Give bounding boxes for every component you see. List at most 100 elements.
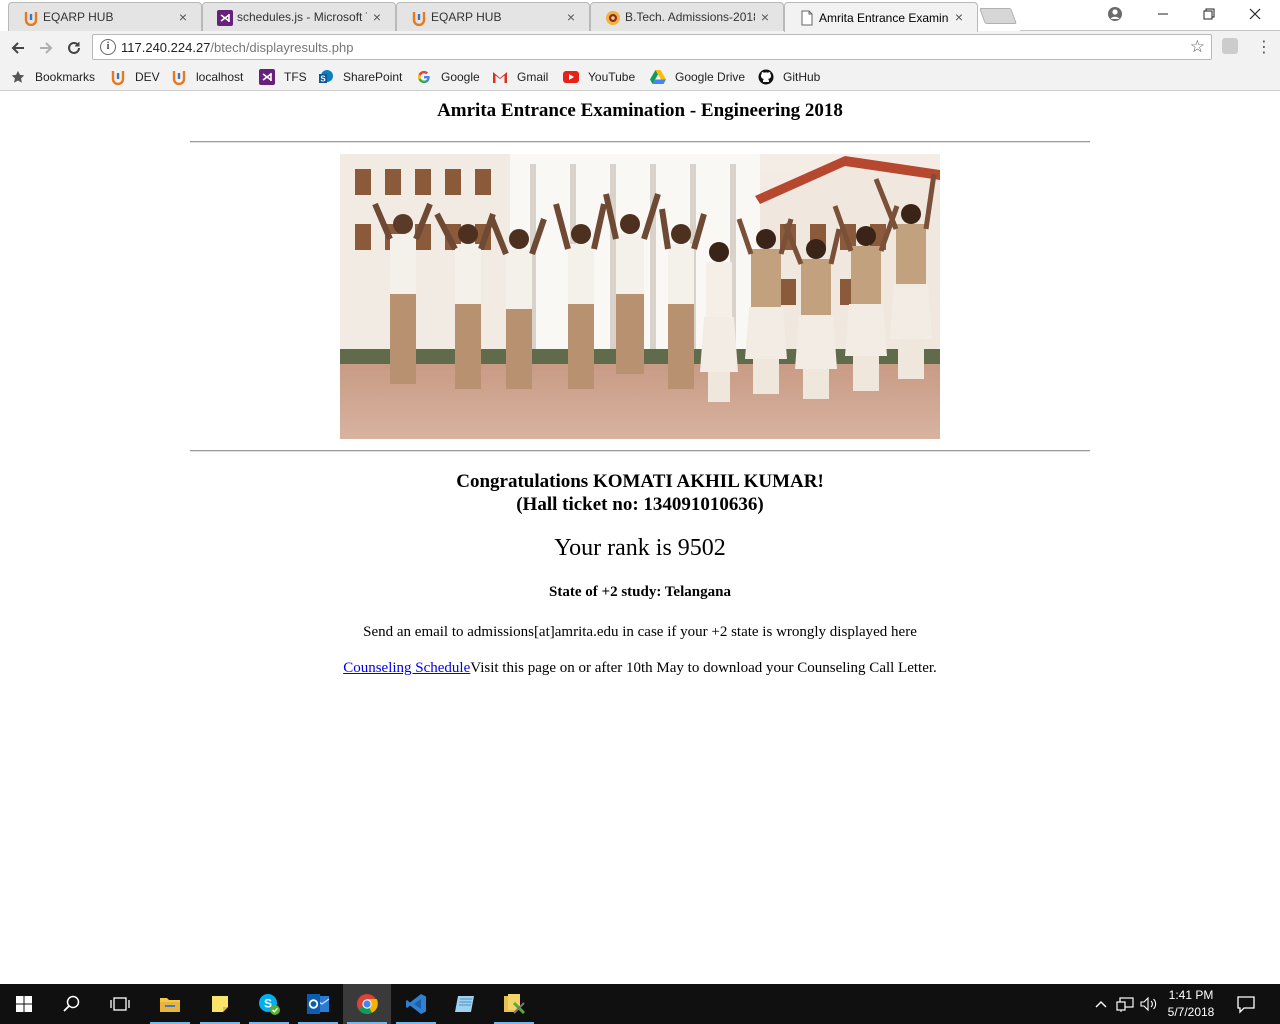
tab-eqarp-hub-1[interactable]: EQARP HUB × xyxy=(8,2,202,31)
google-drive-icon xyxy=(650,69,666,85)
tabs-area: EQARP HUB × schedules.js - Microsoft T ×… xyxy=(0,0,1020,32)
eqarp-icon xyxy=(171,69,187,85)
bookmark-label: Bookmarks xyxy=(35,70,96,84)
forward-button[interactable] xyxy=(34,36,58,60)
email-note: Send an email to admissions[at]amrita.ed… xyxy=(363,624,917,640)
close-icon[interactable]: × xyxy=(369,9,385,25)
info-icon[interactable]: i xyxy=(100,39,116,55)
rank-text: Your rank is 9502 xyxy=(554,535,726,561)
folder-icon xyxy=(160,998,180,1012)
start-button[interactable] xyxy=(0,984,48,1024)
taskbar-app-tools[interactable] xyxy=(490,984,538,1024)
reload-button[interactable] xyxy=(62,36,86,60)
bookmark-localhost[interactable]: localhost xyxy=(171,69,243,85)
tab-schedules-js[interactable]: schedules.js - Microsoft T × xyxy=(202,2,396,31)
address-bar[interactable]: i 117.240.224.27/btech/displayresults.ph… xyxy=(92,34,1212,60)
reload-icon xyxy=(68,41,80,54)
chrome-menu-icon[interactable]: ⋮ xyxy=(1256,38,1272,56)
chevron-up-icon xyxy=(1095,1001,1107,1008)
counseling-schedule-link[interactable]: Counseling Schedule xyxy=(343,660,470,676)
close-icon[interactable]: × xyxy=(951,9,967,25)
bookmark-label: YouTube xyxy=(588,70,636,84)
vscode-icon xyxy=(406,994,426,1014)
new-tab-button[interactable] xyxy=(979,8,1017,24)
eqarp-icon xyxy=(411,10,427,26)
tab-amrita-entrance[interactable]: Amrita Entrance Examina × xyxy=(784,2,978,32)
bookmark-youtube[interactable]: YouTube xyxy=(563,69,635,85)
bookmark-label: localhost xyxy=(196,70,244,84)
outlook-icon xyxy=(307,994,330,1014)
url-path: /btech/displayresults.php xyxy=(210,40,354,55)
bookmark-tfs[interactable]: TFS xyxy=(259,69,307,85)
taskbar-app-blue[interactable] xyxy=(441,984,489,1024)
tab-title: EQARP HUB xyxy=(431,10,502,24)
tab-strip: EQARP HUB × schedules.js - Microsoft T ×… xyxy=(0,0,1280,32)
tab-btech-admissions[interactable]: B.Tech. Admissions-2018 × xyxy=(590,2,784,31)
tab-title: B.Tech. Admissions-2018 xyxy=(625,10,755,24)
bookmark-label: Google xyxy=(441,70,480,84)
close-window-icon[interactable] xyxy=(1232,0,1278,28)
clock-date: 5/7/2018 xyxy=(1167,1005,1215,1019)
counseling-line: Counseling ScheduleVisit this page on or… xyxy=(0,660,1280,677)
close-icon[interactable]: × xyxy=(757,9,773,25)
taskbar-outlook[interactable] xyxy=(294,984,342,1024)
restore-icon[interactable] xyxy=(1186,0,1232,28)
url-text[interactable]: 117.240.224.27/btech/displayresults.php xyxy=(121,40,354,55)
candidate-name-line: Congratulations KOMATI AKHIL KUMAR! xyxy=(456,471,824,492)
taskbar-file-explorer[interactable] xyxy=(146,984,194,1024)
bookmark-sharepoint[interactable]: S SharePoint xyxy=(318,69,402,85)
bookmark-label: DEV xyxy=(135,70,160,84)
search-icon xyxy=(63,995,80,1012)
tab-eqarp-hub-2[interactable]: EQARP HUB × xyxy=(396,2,590,31)
taskbar-visual-studio-code[interactable] xyxy=(392,984,440,1024)
forward-arrow-icon xyxy=(40,42,53,54)
document-icon xyxy=(799,10,815,26)
action-center-button[interactable] xyxy=(1234,992,1258,1016)
network-tray[interactable] xyxy=(1116,984,1134,1024)
bookmark-google[interactable]: Google xyxy=(416,69,480,85)
bookmark-label: GitHub xyxy=(783,70,821,84)
bookmark-label: Gmail xyxy=(517,70,549,84)
students-celebrating-banner xyxy=(340,154,940,439)
extension-icon[interactable] xyxy=(1222,38,1238,54)
volume-tray[interactable] xyxy=(1140,984,1158,1024)
congratulations-message: Congratulations KOMATI AKHIL KUMAR! (Hal… xyxy=(0,470,1280,516)
search-button[interactable] xyxy=(48,984,96,1024)
network-icon xyxy=(1116,997,1134,1012)
eqarp-icon xyxy=(110,69,126,85)
bookmark-dev[interactable]: DEV xyxy=(110,69,160,85)
system-clock[interactable]: 1:41 PM 5/7/2018 xyxy=(1160,987,1222,1021)
bookmark-github[interactable]: GitHub xyxy=(758,69,820,85)
tab-title: schedules.js - Microsoft T xyxy=(237,10,367,24)
bookmarks-bar: Bookmarks DEV localhost TFS S SharePoint… xyxy=(0,64,1280,91)
close-icon[interactable]: × xyxy=(563,9,579,25)
taskbar-skype[interactable]: S xyxy=(245,984,293,1024)
page-title: Amrita Entrance Examination - Engineerin… xyxy=(437,100,843,121)
taskbar-sticky-notes[interactable] xyxy=(196,984,244,1024)
divider-top xyxy=(190,141,1090,143)
divider-bottom xyxy=(190,450,1090,452)
bookmark-bookmarks[interactable]: Bookmarks xyxy=(10,69,95,85)
hall-ticket-line: (Hall ticket no: 134091010636) xyxy=(516,494,764,515)
task-view-button[interactable] xyxy=(96,984,144,1024)
tab-title: Amrita Entrance Examina xyxy=(819,10,949,25)
profile-icon[interactable] xyxy=(1092,0,1138,28)
minimize-icon[interactable] xyxy=(1140,0,1186,28)
bookmark-star-icon[interactable]: ☆ xyxy=(1190,37,1205,57)
sticky-notes-icon xyxy=(212,996,228,1012)
notepad-icon xyxy=(455,996,474,1012)
bookmark-gmail[interactable]: Gmail xyxy=(492,69,548,85)
close-icon[interactable]: × xyxy=(175,9,191,25)
show-hidden-icons[interactable] xyxy=(1094,984,1108,1024)
visual-studio-icon xyxy=(217,10,233,26)
eqarp-icon xyxy=(23,10,39,26)
windows-taskbar: S 1:41 PM 5/7/2018 xyxy=(0,984,1280,1024)
taskbar-chrome[interactable] xyxy=(343,984,391,1024)
back-arrow-icon xyxy=(11,42,24,54)
tab-title: EQARP HUB xyxy=(43,10,114,24)
counseling-note: Visit this page on or after 10th May to … xyxy=(470,660,937,676)
bookmark-label: TFS xyxy=(284,70,307,84)
bookmark-google-drive[interactable]: Google Drive xyxy=(650,69,745,85)
svg-text:S: S xyxy=(320,75,326,84)
back-button[interactable] xyxy=(6,36,30,60)
